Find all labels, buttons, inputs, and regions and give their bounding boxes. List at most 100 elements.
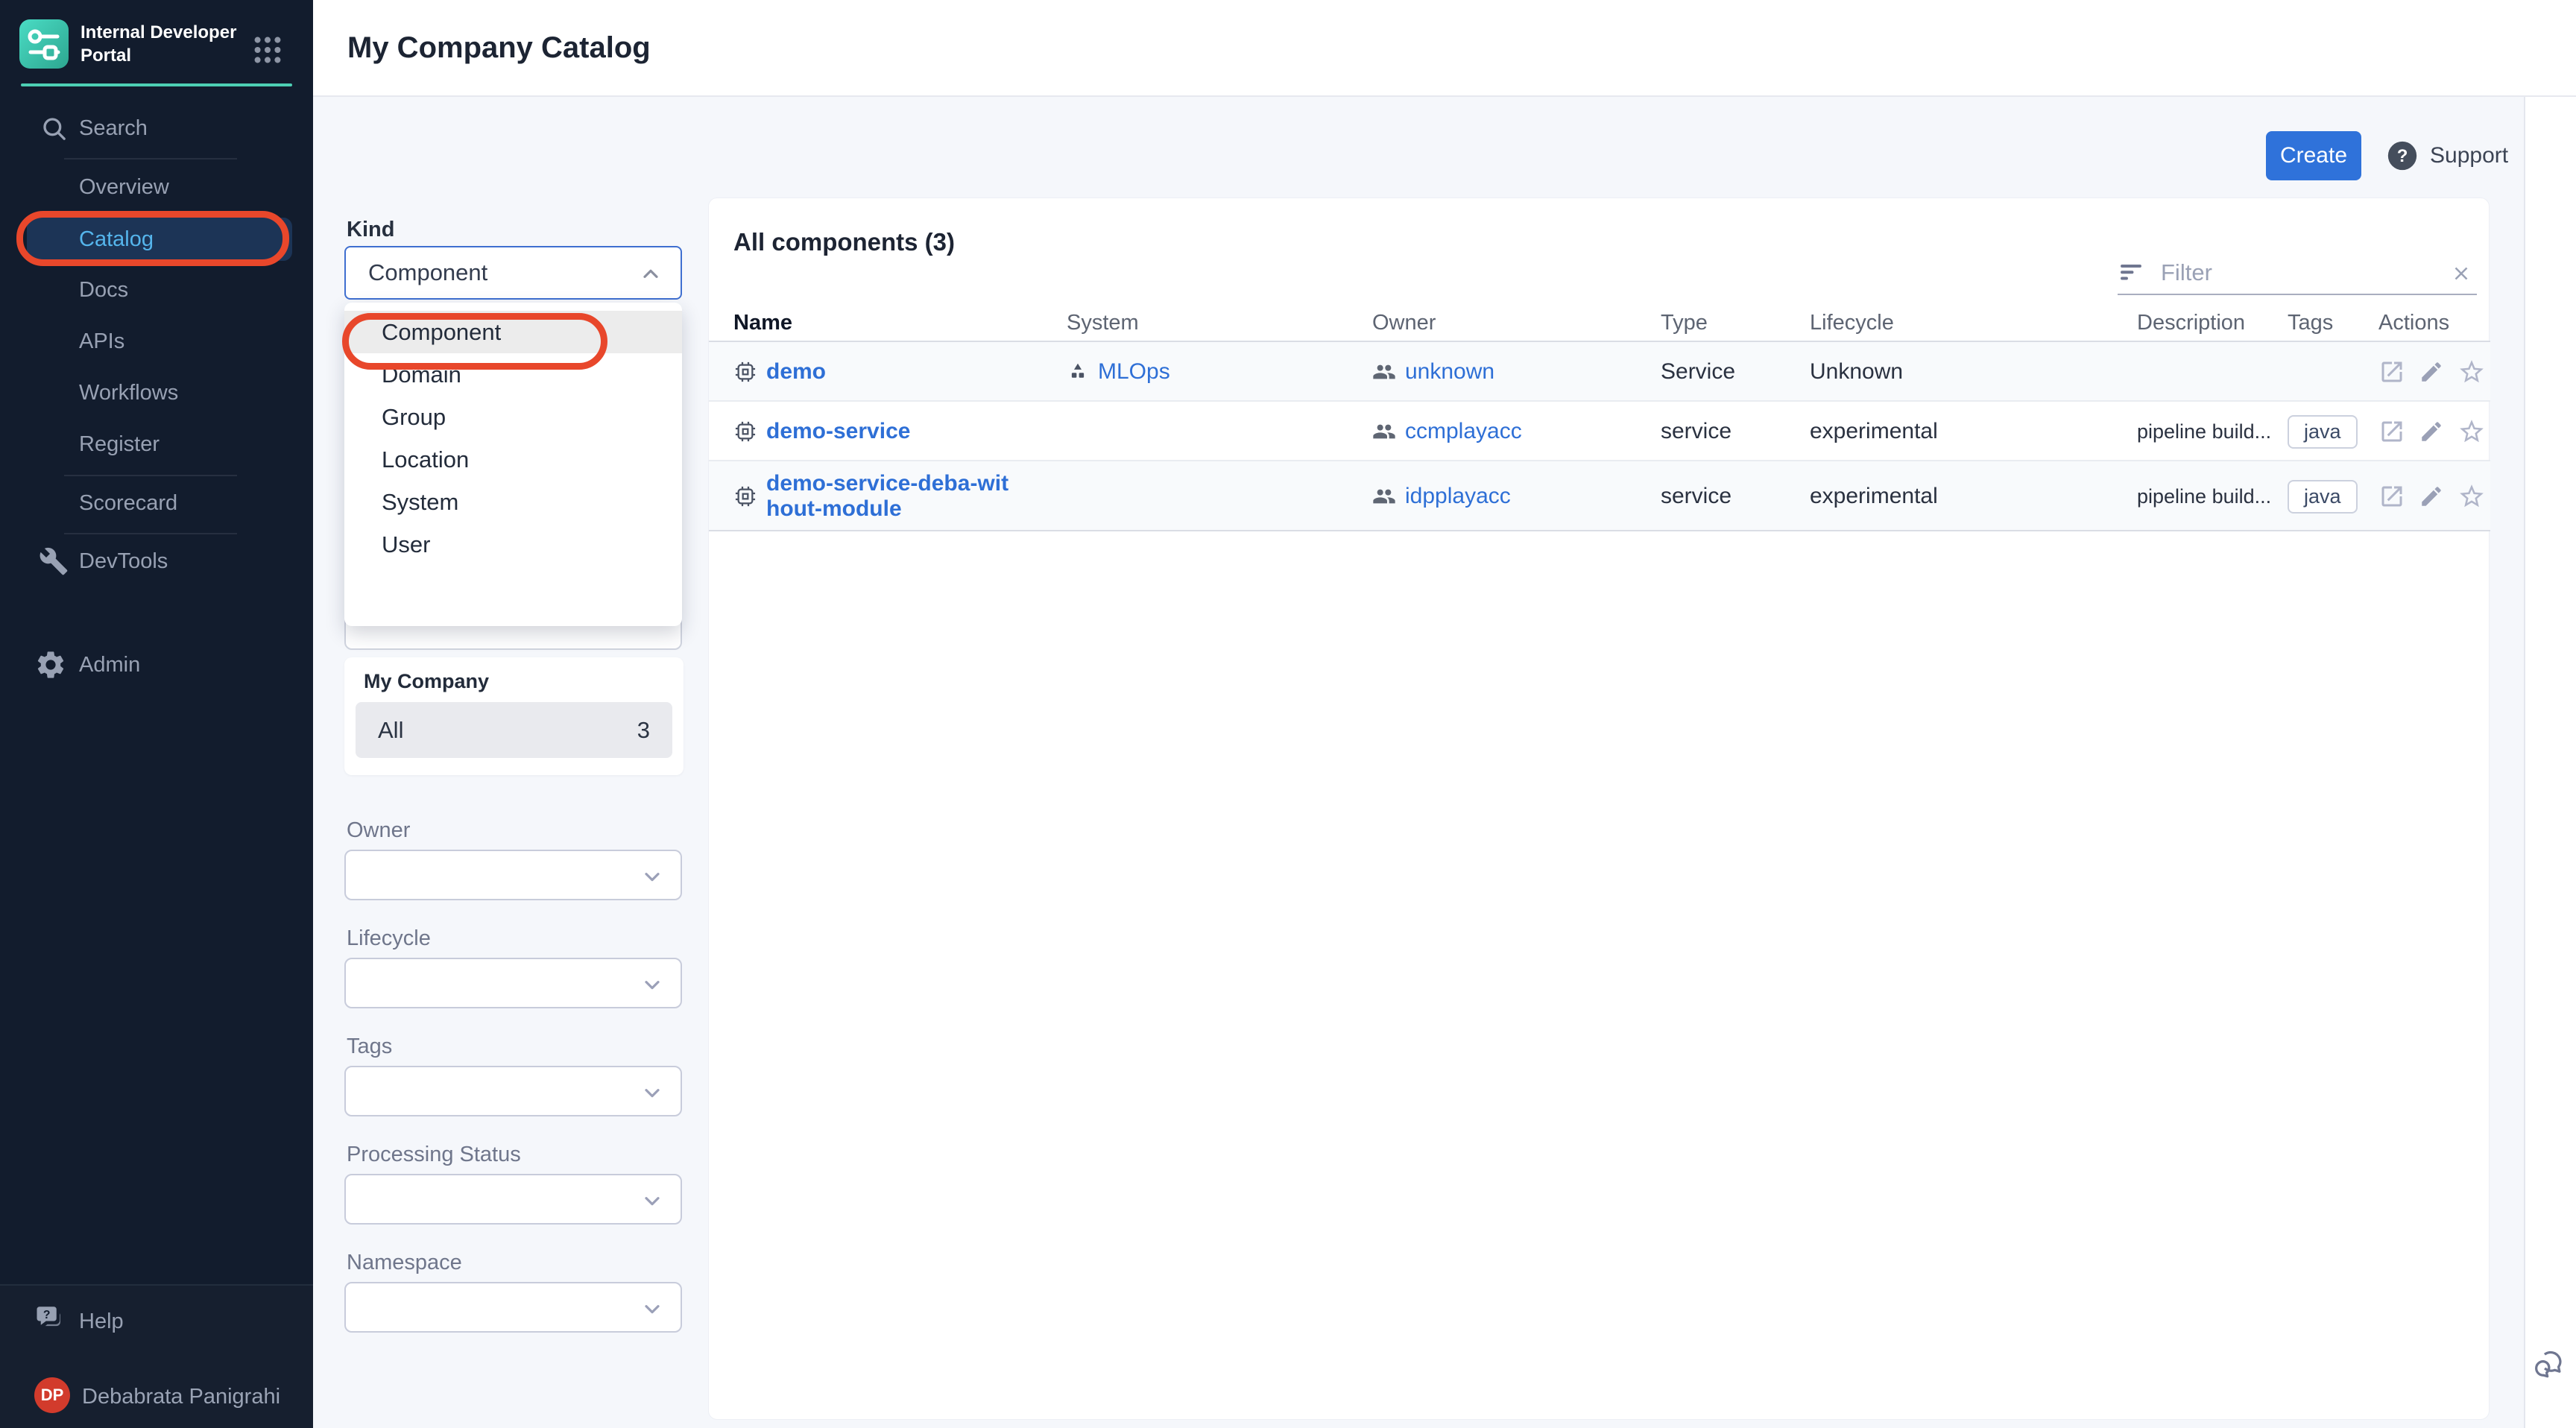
table-title: All components (3) bbox=[733, 228, 955, 256]
lifecycle-select[interactable] bbox=[344, 958, 682, 1008]
support-button[interactable]: ? Support bbox=[2385, 139, 2508, 173]
owner-link[interactable]: unknown bbox=[1405, 359, 1494, 385]
name-cell: demo bbox=[733, 342, 826, 402]
column-header-system[interactable]: System bbox=[1067, 311, 1139, 335]
open-external-icon[interactable] bbox=[2378, 358, 2405, 385]
column-header-lifecycle[interactable]: Lifecycle bbox=[1810, 311, 1894, 335]
sidebar-item-overview[interactable]: Overview bbox=[0, 166, 313, 208]
user-avatar[interactable]: DP bbox=[34, 1377, 70, 1413]
component-chip-icon bbox=[733, 484, 757, 508]
sidebar-item-search[interactable]: Search bbox=[0, 107, 313, 149]
owner-link[interactable]: ccmplayacc bbox=[1405, 419, 1522, 444]
sidebar-footer: ? Help DP Debabrata Panigrahi bbox=[0, 1284, 313, 1428]
sidebar-item-help[interactable]: ? Help bbox=[0, 1301, 313, 1342]
column-header-actions[interactable]: Actions bbox=[2378, 311, 2449, 335]
type-cell: service bbox=[1661, 461, 1731, 531]
star-icon[interactable] bbox=[2457, 358, 2486, 386]
table-filter-input[interactable] bbox=[2161, 259, 2429, 286]
sidebar-accent-divider bbox=[21, 83, 292, 86]
sidebar-item-label: Help bbox=[79, 1309, 124, 1334]
svg-text:?: ? bbox=[2397, 146, 2408, 166]
all-label: All bbox=[378, 717, 403, 744]
type-cell: service bbox=[1661, 402, 1731, 461]
edit-pencil-icon[interactable] bbox=[2419, 359, 2444, 385]
sidebar-item-label: Workflows bbox=[79, 381, 178, 405]
owner-link[interactable]: idpplayacc bbox=[1405, 484, 1511, 509]
my-company-all-row[interactable]: All 3 bbox=[356, 702, 672, 758]
user-name[interactable]: Debabrata Panigrahi bbox=[82, 1385, 280, 1409]
kind-option-component[interactable]: Component bbox=[344, 311, 682, 353]
kind-select[interactable]: Component bbox=[344, 246, 682, 300]
sidebar-item-label: Catalog bbox=[79, 227, 154, 252]
apps-grid-icon[interactable] bbox=[250, 33, 285, 71]
sidebar-item-devtools[interactable]: DevTools bbox=[0, 540, 313, 582]
chevron-down-icon bbox=[640, 1189, 664, 1216]
tag-chip[interactable]: java bbox=[2288, 415, 2358, 449]
type-value: service bbox=[1661, 484, 1731, 509]
star-icon[interactable] bbox=[2457, 482, 2486, 511]
kind-option-user[interactable]: User bbox=[344, 523, 682, 566]
actions-cell bbox=[2378, 342, 2486, 402]
my-company-label: My Company bbox=[364, 670, 489, 693]
sidebar-item-catalog[interactable]: Catalog bbox=[0, 218, 313, 260]
sidebar-item-scorecard[interactable]: Scorecard bbox=[0, 482, 313, 524]
sidebar-item-admin[interactable]: Admin bbox=[0, 644, 313, 686]
sidebar-divider bbox=[64, 158, 237, 159]
create-button[interactable]: Create bbox=[2266, 131, 2361, 180]
edit-pencil-icon[interactable] bbox=[2419, 419, 2444, 444]
column-header-type[interactable]: Type bbox=[1661, 311, 1708, 335]
owner-select[interactable] bbox=[344, 850, 682, 900]
kind-filter-label: Kind bbox=[347, 218, 394, 242]
system-cell: MLOps bbox=[1067, 342, 1170, 402]
type-cell: Service bbox=[1661, 342, 1735, 402]
tags-cell: java bbox=[2288, 461, 2358, 531]
kind-option-group[interactable]: Group bbox=[344, 396, 682, 438]
page-header: My Company Catalog bbox=[313, 0, 2576, 97]
open-external-icon[interactable] bbox=[2378, 483, 2405, 510]
component-chip-icon bbox=[733, 420, 757, 443]
edit-pencil-icon[interactable] bbox=[2419, 484, 2444, 509]
option-label: System bbox=[382, 489, 458, 516]
open-external-icon[interactable] bbox=[2378, 418, 2405, 445]
all-count: 3 bbox=[637, 717, 650, 744]
namespace-select[interactable] bbox=[344, 1282, 682, 1333]
column-header-name[interactable]: Name bbox=[733, 311, 792, 335]
column-header-tags[interactable]: Tags bbox=[2288, 311, 2333, 335]
component-chip-icon bbox=[733, 360, 757, 384]
actions-cell bbox=[2378, 461, 2486, 531]
support-label: Support bbox=[2430, 143, 2508, 168]
component-name-link[interactable]: demo-service-deba-wit hout-module bbox=[766, 471, 1016, 522]
kind-option-system[interactable]: System bbox=[344, 481, 682, 523]
sidebar-divider bbox=[64, 533, 237, 534]
clear-filter-icon[interactable] bbox=[2450, 262, 2472, 288]
users-icon bbox=[1372, 484, 1396, 508]
name-cell: demo-service-deba-wit hout-module bbox=[733, 461, 1016, 531]
system-link[interactable]: MLOps bbox=[1098, 359, 1170, 385]
component-name-link[interactable]: demo-service bbox=[766, 419, 910, 444]
kind-option-location[interactable]: Location bbox=[344, 438, 682, 481]
tag-chip[interactable]: java bbox=[2288, 480, 2358, 514]
sidebar-item-workflows[interactable]: Workflows bbox=[0, 372, 313, 414]
lifecycle-filter-label: Lifecycle bbox=[347, 926, 431, 951]
gear-icon bbox=[34, 648, 67, 681]
sidebar-item-docs[interactable]: Docs bbox=[0, 269, 313, 311]
system-icon bbox=[1067, 361, 1089, 383]
sidebar-item-label: Search bbox=[79, 116, 148, 141]
type-value: service bbox=[1661, 419, 1731, 444]
processing-status-select[interactable] bbox=[344, 1174, 682, 1225]
column-header-owner[interactable]: Owner bbox=[1372, 311, 1436, 335]
sidebar-item-apis[interactable]: APIs bbox=[0, 320, 313, 362]
users-icon bbox=[1372, 420, 1396, 443]
option-label: Domain bbox=[382, 361, 461, 388]
sidebar-item-register[interactable]: Register bbox=[0, 423, 313, 465]
tags-select[interactable] bbox=[344, 1066, 682, 1116]
chevron-down-icon bbox=[640, 865, 664, 892]
sidebar-item-label: Register bbox=[79, 432, 160, 457]
column-header-description[interactable]: Description bbox=[2137, 311, 2245, 335]
component-name-link[interactable]: demo bbox=[766, 359, 826, 385]
star-icon[interactable] bbox=[2457, 417, 2486, 446]
chat-bubbles-icon[interactable] bbox=[2530, 1346, 2569, 1388]
wrench-icon bbox=[39, 546, 69, 576]
kind-option-domain[interactable]: Domain bbox=[344, 353, 682, 396]
chevron-up-icon bbox=[639, 262, 663, 290]
